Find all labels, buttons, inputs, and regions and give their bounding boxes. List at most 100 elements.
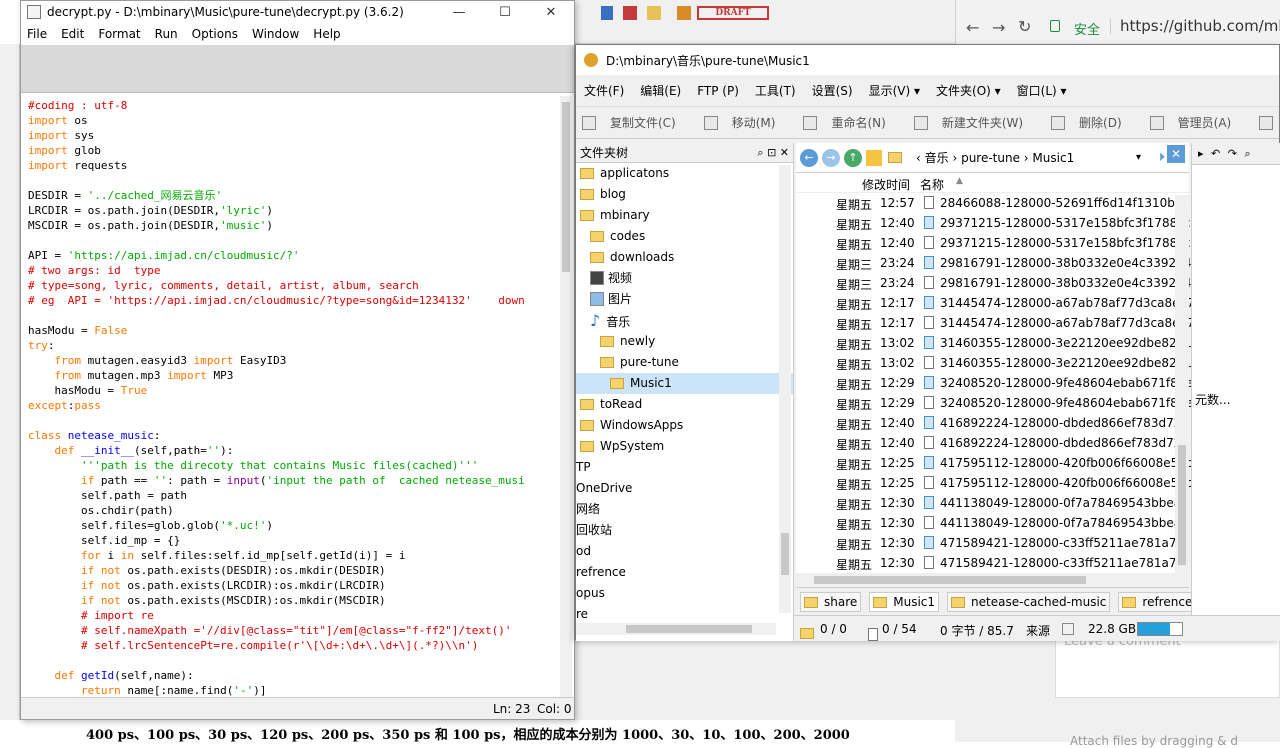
tree-item[interactable]: pure-tune <box>576 352 793 373</box>
comment-box[interactable]: Leave a comment <box>1055 634 1280 698</box>
folder-tab[interactable]: Music1 <box>869 591 940 612</box>
fm-toolbar-button[interactable]: 新建文件夹(W) <box>913 114 1037 131</box>
reload-icon[interactable]: ↻ <box>1018 17 1031 36</box>
editor-vertical-scrollbar[interactable] <box>560 96 572 698</box>
folder-tab[interactable]: netease-cached-music <box>947 591 1111 612</box>
favorites-icon[interactable] <box>866 149 882 166</box>
fm-toolbar-button[interactable]: 管理员(A) <box>1149 114 1246 131</box>
file-row[interactable]: 星期五 12:17 31445474-128000-a67ab78af77d3ca8… <box>796 293 1194 313</box>
file-row[interactable]: 星期三 23:24 29816791-128000-38b0332e0e4c3392… <box>796 273 1191 293</box>
code-editor[interactable]: #coding : utf-8 import os import sys import… <box>25 96 563 698</box>
menu-item-format[interactable]: Format <box>98 27 140 41</box>
fm-menu-item[interactable]: 显示(V) ▾ <box>869 82 920 99</box>
pin-icon[interactable]: ⊡ <box>767 146 776 159</box>
menu-item-edit[interactable]: Edit <box>61 27 84 41</box>
fm-toolbar-button[interactable]: 复制文件(C) <box>582 114 690 131</box>
fm-menu-item[interactable]: 工具(T) <box>755 82 796 99</box>
menu-item-window[interactable]: Window <box>252 27 299 41</box>
tree-item[interactable]: applicatons <box>576 163 793 184</box>
back-arrow-icon[interactable]: ← <box>966 18 979 37</box>
tree-item[interactable]: downloads <box>576 247 793 268</box>
draft-stamp[interactable]: DRAFT <box>697 6 769 20</box>
menu-item-help[interactable]: Help <box>313 27 340 41</box>
file-row[interactable]: 星期五 13:02 31460355-128000-3e22120ee92dbe82… <box>796 333 1192 353</box>
fm-menu-item[interactable]: 设置(S) <box>812 82 853 99</box>
folder-tab[interactable]: refrence <box>1118 591 1197 612</box>
file-row[interactable]: 星期五 12:25 417595112-128000-420fb006f66008e… <box>796 473 1192 493</box>
file-row[interactable]: 星期五 12:29 32408520-128000-9fe48604ebab671f… <box>796 373 1193 393</box>
file-row[interactable]: 星期五 12:40 416892224-128000-dbded866ef783d7… <box>796 413 1189 433</box>
tree-item[interactable]: 回收站 <box>576 520 793 541</box>
files-horizontal-scrollbar[interactable] <box>796 573 1189 587</box>
breadcrumb-item[interactable]: Music1 <box>1032 151 1074 165</box>
scrollbar-thumb[interactable] <box>562 102 570 272</box>
tree-item[interactable]: Music1 <box>576 373 793 394</box>
fm-menu-item[interactable]: 文件夹(O) ▾ <box>936 82 1001 99</box>
breadcrumb-item[interactable]: 音乐 <box>925 151 949 165</box>
file-row[interactable]: 星期五 12:30 471589421-128000-c33ff5211ae781a… <box>796 553 1189 573</box>
menu-item-options[interactable]: Options <box>192 27 238 41</box>
forward-icon[interactable]: → <box>822 148 840 167</box>
close-icon[interactable]: ✕ <box>780 146 789 159</box>
tree-item[interactable]: ♪ 音乐 <box>576 310 793 331</box>
fm-toolbar-button[interactable]: 压 <box>1259 114 1280 131</box>
tree-item[interactable]: opus <box>576 583 793 604</box>
fm-titlebar[interactable]: D:\mbinary\音乐\pure-tune\Music1 <box>576 45 1279 75</box>
file-row[interactable]: 星期五 12:40 29371215-128000-5317e158bfc3f178… <box>796 233 1190 253</box>
fm-menu-item[interactable]: 编辑(E) <box>640 82 681 99</box>
menu-item-file[interactable]: File <box>27 27 47 41</box>
up-icon[interactable]: ↑ <box>844 148 862 167</box>
back-icon[interactable]: ← <box>800 148 818 167</box>
column-modified[interactable]: 修改时间 <box>862 176 910 193</box>
scrollbar-thumb[interactable] <box>814 576 1086 584</box>
close-tab-icon[interactable]: ✕ <box>1167 145 1185 163</box>
tree-vertical-scrollbar[interactable] <box>779 165 791 613</box>
file-row[interactable]: 星期五 12:30 441138049-128000-0f7a78469543bbe… <box>796 493 1189 513</box>
fm-toolbar-button[interactable]: 删除(D) <box>1051 114 1136 131</box>
fm-toolbar-button[interactable]: 重命名(N) <box>803 114 899 131</box>
tree-item[interactable]: re <box>576 604 793 625</box>
maximize-icon[interactable]: ☐ <box>482 1 528 23</box>
tree-item[interactable]: OneDrive <box>576 478 793 499</box>
file-row[interactable]: 星期五 12:40 29371215-128000-5317e158bfc3f178… <box>796 213 1190 233</box>
tree-horizontal-scrollbar[interactable] <box>576 623 776 635</box>
history-icon[interactable]: ⏵ <box>1159 150 1165 165</box>
file-row[interactable]: 星期五 12:25 417595112-128000-420fb006f66008e… <box>796 453 1192 473</box>
tree-item[interactable]: 网络 <box>576 499 793 520</box>
tree-item[interactable]: newly <box>576 331 793 352</box>
tree-item[interactable]: od <box>576 541 793 562</box>
fm-menu-item[interactable]: 文件(F) <box>584 82 624 99</box>
file-row[interactable]: 星期五 13:02 31460355-128000-3e22120ee92dbe82… <box>796 353 1192 373</box>
file-row[interactable]: 星期五 12:30 471589421-128000-c33ff5211ae781a… <box>796 533 1189 553</box>
tree-item[interactable]: mbinary <box>576 205 793 226</box>
folder-tab[interactable]: share <box>800 591 862 612</box>
file-row[interactable]: 星期三 23:24 29816791-128000-38b0332e0e4c3392… <box>796 253 1191 273</box>
tree-item[interactable]: WpSystem <box>576 436 793 457</box>
scrollbar-thumb[interactable] <box>781 533 789 575</box>
file-row[interactable]: 星期五 12:29 32408520-128000-9fe48604ebab671f… <box>796 393 1193 413</box>
tree-item[interactable]: 视频 <box>576 268 793 289</box>
breadcrumb-item[interactable]: pure-tune <box>961 151 1020 165</box>
fm-menu-item[interactable]: 窗口(L) ▾ <box>1017 82 1067 99</box>
file-row[interactable]: 星期五 12:30 441138049-128000-0f7a78469543bbe… <box>796 513 1189 533</box>
tree-item[interactable]: refrence <box>576 562 793 583</box>
tree-item[interactable]: toRead <box>576 394 793 415</box>
file-row[interactable]: 星期五 12:57 28466088-128000-52691ff6d14f1310… <box>796 193 1190 213</box>
menu-item-run[interactable]: Run <box>155 27 178 41</box>
close-icon[interactable]: ✕ <box>528 1 574 23</box>
minimize-icon[interactable]: — <box>436 1 482 23</box>
tree-item[interactable]: 图片 <box>576 289 793 310</box>
files-vertical-scrollbar[interactable] <box>1175 195 1189 573</box>
tree-item[interactable]: WindowsApps <box>576 415 793 436</box>
url-bar[interactable]: https://github.com/mbi <box>1120 17 1280 35</box>
fm-menu-item[interactable]: FTP (P) <box>697 84 739 98</box>
tree-item[interactable]: codes <box>576 226 793 247</box>
tree-item[interactable]: blog <box>576 184 793 205</box>
scrollbar-thumb[interactable] <box>1178 445 1186 565</box>
tree-item[interactable]: TP <box>576 457 793 478</box>
scrollbar-thumb[interactable] <box>626 625 752 633</box>
column-name[interactable]: 名称 <box>920 176 944 193</box>
forward-arrow-icon[interactable]: → <box>992 18 1005 37</box>
search-icon[interactable]: ⌕ <box>757 146 763 159</box>
file-row[interactable]: 星期五 12:17 31445474-128000-a67ab78af77d3ca8… <box>796 313 1194 333</box>
